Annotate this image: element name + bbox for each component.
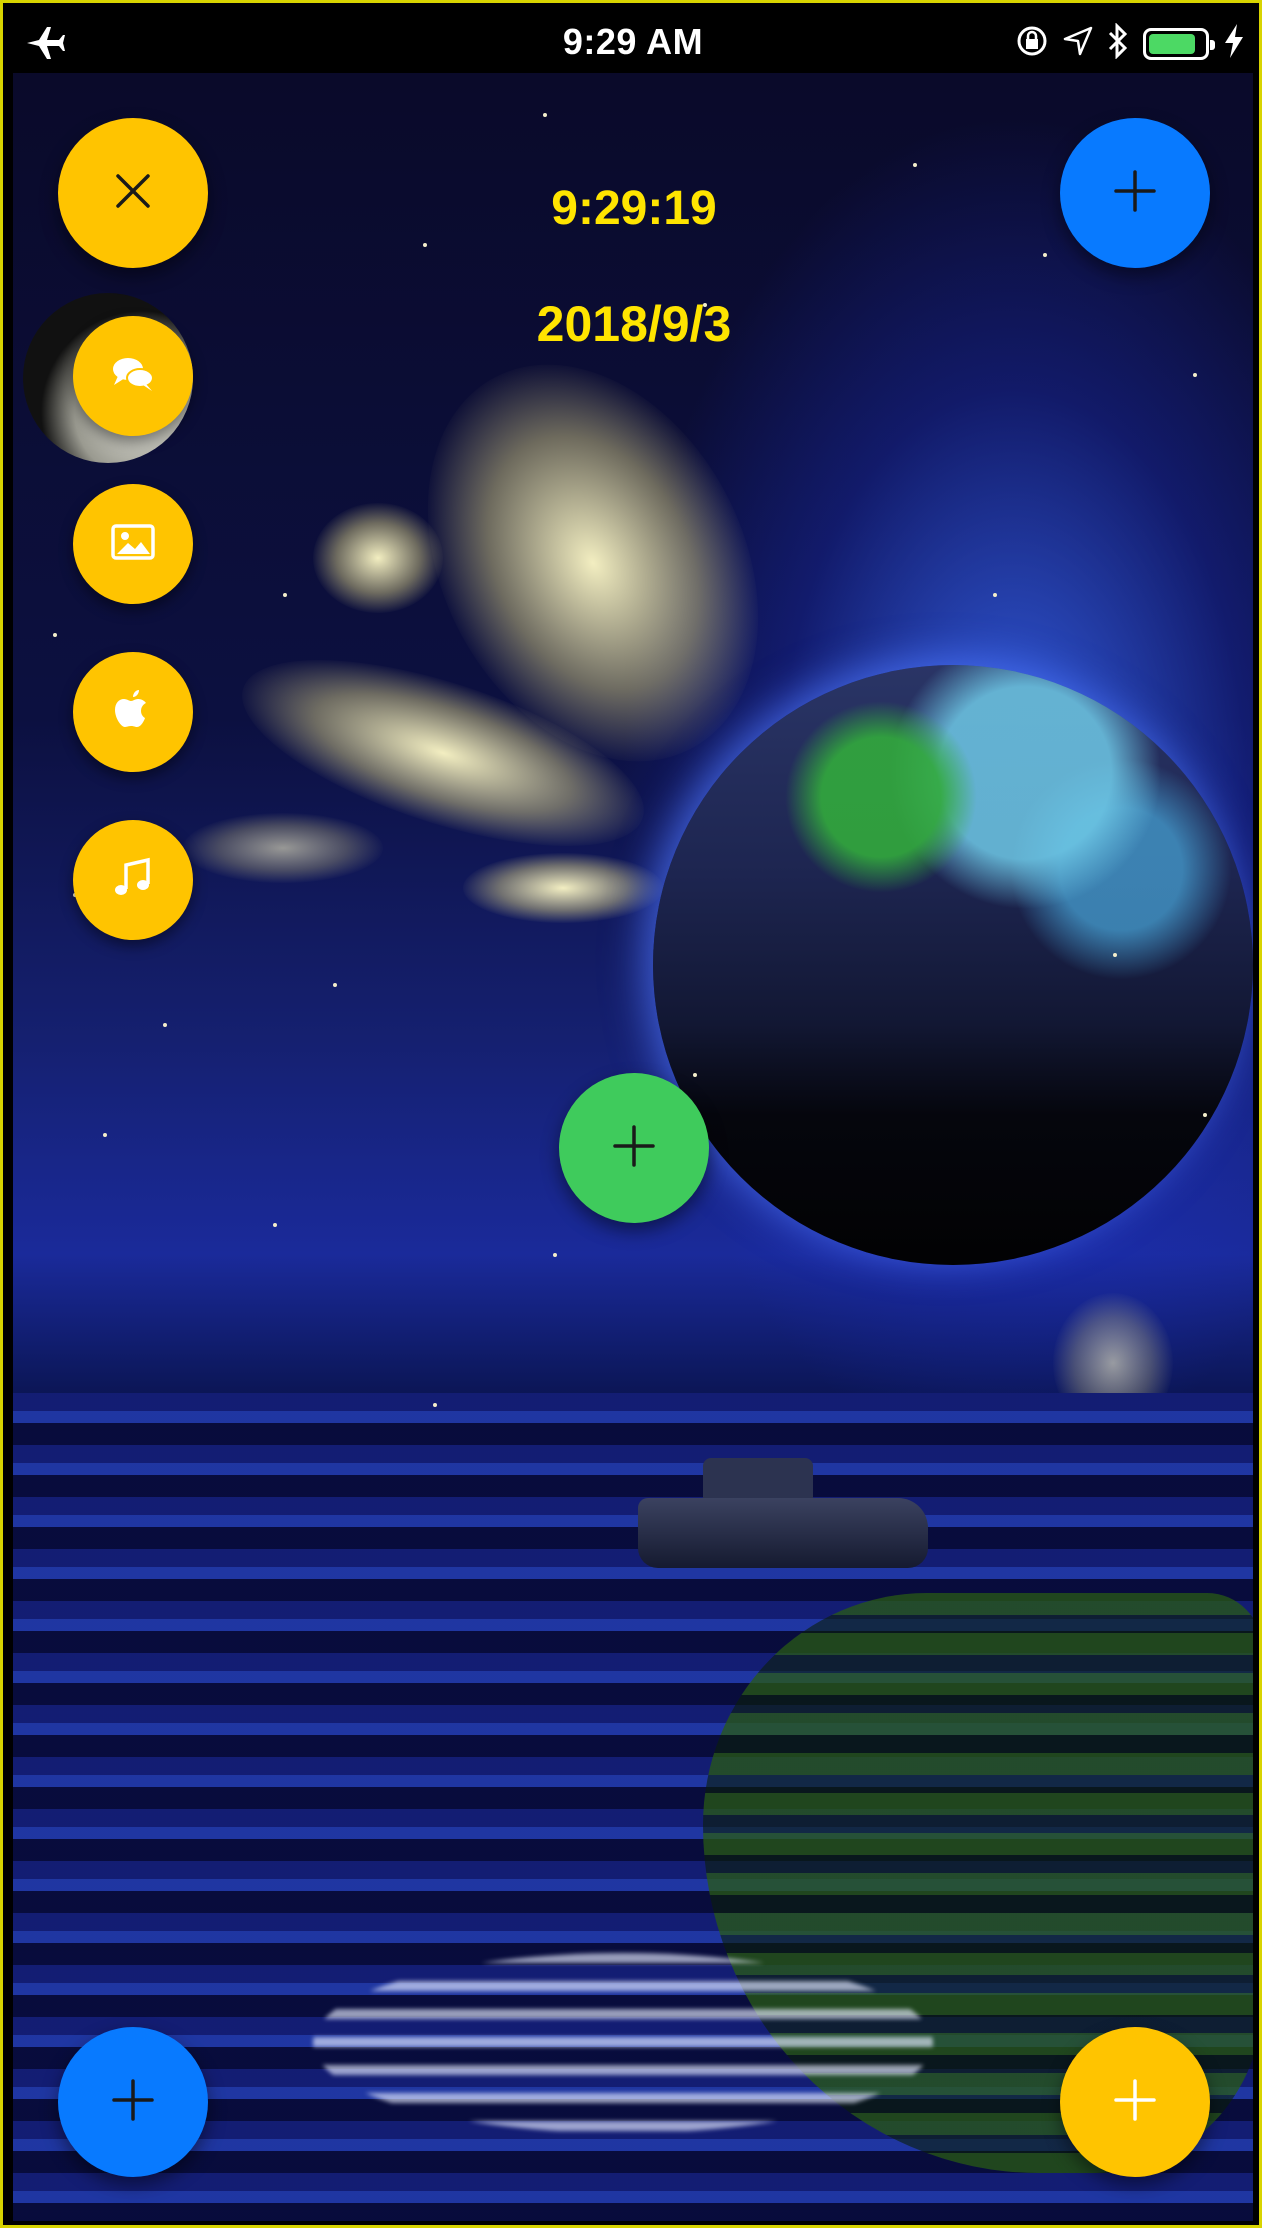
status-bar: 9:29 AM [13, 13, 1253, 73]
boat [638, 1498, 928, 1568]
music-note-icon [108, 853, 158, 908]
center-add-button[interactable] [559, 1073, 709, 1223]
battery-icon [1143, 27, 1215, 60]
bluetooth-icon [1107, 22, 1129, 64]
music-button[interactable] [73, 820, 193, 940]
clock-date: 2018/9/3 [536, 296, 732, 352]
image-icon [108, 517, 158, 572]
light-beam [183, 813, 383, 883]
earth-planet [653, 665, 1253, 1265]
plus-icon [609, 1121, 659, 1176]
location-arrow-icon [1063, 26, 1093, 61]
status-icons [1015, 22, 1245, 64]
apple-button[interactable] [73, 652, 193, 772]
plus-icon [1110, 2075, 1160, 2130]
bottom-right-add-button[interactable] [1060, 2027, 1210, 2177]
plus-icon [108, 2075, 158, 2130]
light-beam [313, 503, 443, 613]
top-right-add-button[interactable] [1060, 118, 1210, 268]
image-button[interactable] [73, 484, 193, 604]
phone-screen: 9:29 AM 9:29:19 2018/9/3 [0, 0, 1262, 2228]
chat-bubbles-icon [108, 349, 158, 404]
close-icon [108, 166, 158, 221]
water-shine [313, 1953, 933, 2133]
battery-level [1149, 33, 1195, 54]
bottom-left-add-button[interactable] [58, 2027, 208, 2177]
light-beam [463, 853, 663, 923]
rotation-lock-icon [1015, 24, 1049, 63]
plus-icon [1110, 166, 1160, 221]
apple-icon [108, 685, 158, 740]
close-button[interactable] [58, 118, 208, 268]
chat-button[interactable] [73, 316, 193, 436]
charging-bolt-icon [1223, 23, 1245, 64]
